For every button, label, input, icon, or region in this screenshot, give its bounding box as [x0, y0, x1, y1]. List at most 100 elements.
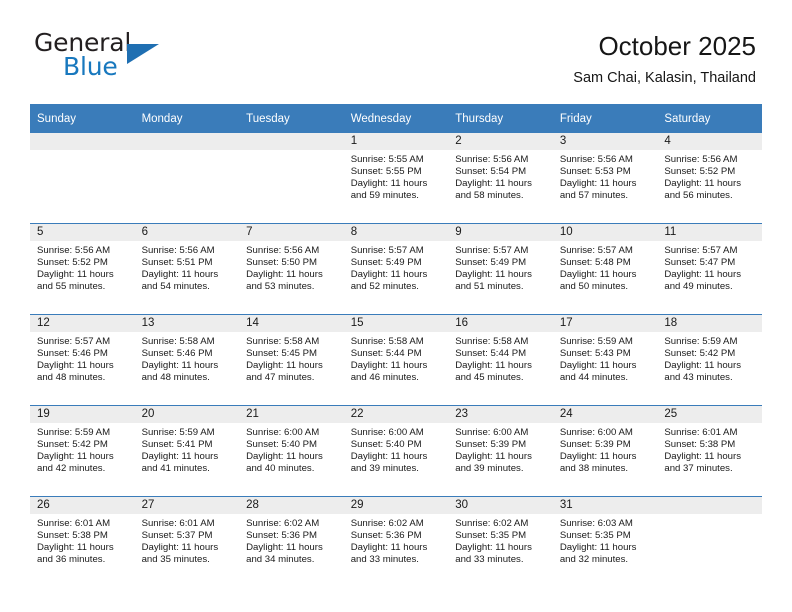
calendar-day-cell[interactable]: 4 Sunrise: 5:56 AM Sunset: 5:52 PM Daylight…	[657, 133, 762, 224]
day-number	[30, 133, 135, 150]
calendar-day-cell[interactable]: 15 Sunrise: 5:58 AM Sunset: 5:44 PM Dayligh…	[343, 314, 449, 406]
calendar-day-cell[interactable]: 24 Sunrise: 6:00 AM Sunset: 5:39 PM Dayligh…	[552, 405, 658, 497]
calendar-day-cell[interactable]: 20 Sunrise: 5:59 AM Sunset: 5:41 PM Dayligh…	[134, 405, 240, 497]
page-title: October 2025	[598, 31, 756, 61]
sunset-text: Sunset: 5:44 PM	[455, 348, 527, 360]
general-blue-logo[interactable]: General Blue	[34, 30, 214, 86]
day-details: Sunrise: 6:02 AM Sunset: 5:36 PM Daylight:…	[344, 514, 449, 566]
day-number: 22	[343, 406, 449, 423]
calendar-day-cell[interactable]: 19 Sunrise: 5:59 AM Sunset: 5:42 PM Dayligh…	[30, 405, 135, 497]
logo-text-blue: Blue	[63, 52, 118, 81]
calendar-empty-cell	[657, 496, 762, 587]
calendar-day-cell[interactable]: 25 Sunrise: 6:01 AM Sunset: 5:38 PM Dayligh…	[657, 405, 762, 497]
calendar-day-cell[interactable]: 26 Sunrise: 6:01 AM Sunset: 5:38 PM Dayligh…	[30, 496, 135, 587]
calendar-day-cell[interactable]: 3 Sunrise: 5:56 AM Sunset: 5:53 PM Daylight…	[552, 133, 658, 224]
calendar-day-cell[interactable]: 11 Sunrise: 5:57 AM Sunset: 5:47 PM Dayligh…	[657, 223, 762, 315]
calendar-day-cell[interactable]: 23 Sunrise: 6:00 AM Sunset: 5:39 PM Dayligh…	[448, 405, 553, 497]
day-cell-inner: 21 Sunrise: 6:00 AM Sunset: 5:40 PM Dayligh…	[239, 406, 344, 496]
day-cell-inner: 1 Sunrise: 5:55 AM Sunset: 5:55 PM Daylight…	[343, 133, 449, 223]
calendar-day-cell[interactable]: 13 Sunrise: 5:58 AM Sunset: 5:46 PM Dayligh…	[134, 314, 240, 406]
sunset-text: Sunset: 5:45 PM	[246, 348, 318, 360]
daylight-text: Daylight: 11 hours and 51 minutes.	[455, 269, 532, 293]
calendar-day-cell[interactable]: 22 Sunrise: 6:00 AM Sunset: 5:40 PM Dayligh…	[343, 405, 449, 497]
day-number	[657, 497, 762, 514]
day-number: 28	[239, 497, 344, 514]
day-number: 18	[657, 315, 762, 332]
day-number: 13	[134, 315, 240, 332]
calendar-day-cell[interactable]: 29 Sunrise: 6:02 AM Sunset: 5:36 PM Dayligh…	[343, 496, 449, 587]
daylight-text: Daylight: 11 hours and 55 minutes.	[37, 269, 114, 293]
sunset-text: Sunset: 5:39 PM	[559, 439, 631, 451]
day-cell-inner: 22 Sunrise: 6:00 AM Sunset: 5:40 PM Dayligh…	[343, 406, 449, 496]
sunrise-text: Sunrise: 5:57 AM	[664, 245, 738, 256]
weekday-header-sunday: Sunday	[30, 104, 135, 133]
day-details: Sunrise: 6:01 AM Sunset: 5:38 PM Daylight:…	[30, 514, 135, 566]
calendar-day-cell[interactable]: 21 Sunrise: 6:00 AM Sunset: 5:40 PM Dayligh…	[239, 405, 344, 497]
sunset-text: Sunset: 5:35 PM	[455, 530, 527, 542]
calendar-day-cell[interactable]: 27 Sunrise: 6:01 AM Sunset: 5:37 PM Dayligh…	[134, 496, 240, 587]
sunset-text: Sunset: 5:53 PM	[559, 166, 631, 178]
calendar-day-cell[interactable]: 17 Sunrise: 5:59 AM Sunset: 5:43 PM Dayligh…	[552, 314, 658, 406]
sunset-text: Sunset: 5:50 PM	[246, 257, 318, 269]
day-cell-inner	[239, 133, 344, 223]
calendar-day-cell[interactable]: 8 Sunrise: 5:57 AM Sunset: 5:49 PM Daylight…	[343, 223, 449, 315]
day-number: 12	[30, 315, 135, 332]
calendar-day-cell[interactable]: 7 Sunrise: 5:56 AM Sunset: 5:50 PM Daylight…	[239, 223, 344, 315]
calendar-day-cell[interactable]: 5 Sunrise: 5:56 AM Sunset: 5:52 PM Daylight…	[30, 223, 135, 315]
day-number: 6	[134, 224, 240, 241]
calendar-day-cell[interactable]: 10 Sunrise: 5:57 AM Sunset: 5:48 PM Dayligh…	[552, 223, 658, 315]
calendar-week-row: 26 Sunrise: 6:01 AM Sunset: 5:38 PM Dayligh…	[30, 496, 762, 587]
day-number: 21	[239, 406, 344, 423]
day-number: 8	[343, 224, 449, 241]
calendar-day-cell[interactable]: 31 Sunrise: 6:03 AM Sunset: 5:35 PM Dayligh…	[552, 496, 658, 587]
day-number: 24	[552, 406, 658, 423]
day-cell-inner: 24 Sunrise: 6:00 AM Sunset: 5:39 PM Dayligh…	[552, 406, 658, 496]
sunset-text: Sunset: 5:46 PM	[37, 348, 108, 360]
sunrise-text: Sunrise: 5:56 AM	[559, 154, 633, 165]
calendar-day-cell[interactable]: 12 Sunrise: 5:57 AM Sunset: 5:46 PM Dayligh…	[30, 314, 135, 406]
calendar-day-cell[interactable]: 2 Sunrise: 5:56 AM Sunset: 5:54 PM Daylight…	[448, 133, 553, 224]
day-cell-inner: 12 Sunrise: 5:57 AM Sunset: 5:46 PM Dayligh…	[30, 315, 135, 405]
day-details: Sunrise: 5:59 AM Sunset: 5:42 PM Daylight:…	[30, 423, 135, 475]
sunrise-text: Sunrise: 5:58 AM	[141, 336, 215, 347]
weekday-header-tuesday: Tuesday	[239, 104, 344, 133]
weekday-header-row: Sunday Monday Tuesday Wednesday Thursday…	[30, 104, 762, 133]
day-details: Sunrise: 5:58 AM Sunset: 5:45 PM Daylight:…	[239, 332, 344, 384]
calendar-day-cell[interactable]: 30 Sunrise: 6:02 AM Sunset: 5:35 PM Dayligh…	[448, 496, 553, 587]
page-header: General Blue October 2025 Sam Chai, Kala…	[0, 0, 792, 104]
day-details: Sunrise: 6:00 AM Sunset: 5:40 PM Daylight:…	[239, 423, 344, 475]
calendar-day-cell[interactable]: 9 Sunrise: 5:57 AM Sunset: 5:49 PM Daylight…	[448, 223, 553, 315]
sunset-text: Sunset: 5:36 PM	[350, 530, 422, 542]
sunset-text: Sunset: 5:39 PM	[455, 439, 527, 451]
calendar-empty-cell	[30, 133, 135, 224]
daylight-text: Daylight: 11 hours and 34 minutes.	[246, 542, 323, 566]
calendar-day-cell[interactable]: 1 Sunrise: 5:55 AM Sunset: 5:55 PM Daylight…	[343, 133, 449, 224]
sunset-text: Sunset: 5:37 PM	[141, 530, 213, 542]
sunset-text: Sunset: 5:42 PM	[37, 439, 108, 451]
calendar-day-cell[interactable]: 28 Sunrise: 6:02 AM Sunset: 5:36 PM Dayligh…	[239, 496, 344, 587]
sunrise-text: Sunrise: 5:59 AM	[141, 427, 215, 438]
day-details: Sunrise: 5:57 AM Sunset: 5:49 PM Daylight:…	[344, 241, 449, 293]
calendar-day-cell[interactable]: 16 Sunrise: 5:58 AM Sunset: 5:44 PM Dayligh…	[448, 314, 553, 406]
day-details: Sunrise: 5:57 AM Sunset: 5:46 PM Daylight:…	[30, 332, 135, 384]
weekday-header-monday: Monday	[134, 104, 240, 133]
daylight-text: Daylight: 11 hours and 50 minutes.	[559, 269, 637, 293]
calendar-day-cell[interactable]: 6 Sunrise: 5:56 AM Sunset: 5:51 PM Daylight…	[134, 223, 240, 315]
daylight-text: Daylight: 11 hours and 54 minutes.	[141, 269, 219, 293]
calendar-empty-cell	[134, 133, 240, 224]
sunset-text: Sunset: 5:40 PM	[350, 439, 422, 451]
day-details: Sunrise: 5:57 AM Sunset: 5:47 PM Daylight:…	[657, 241, 762, 293]
day-details: Sunrise: 5:58 AM Sunset: 5:46 PM Daylight:…	[135, 332, 240, 384]
day-details: Sunrise: 6:02 AM Sunset: 5:35 PM Daylight:…	[448, 514, 553, 566]
day-cell-inner: 7 Sunrise: 5:56 AM Sunset: 5:50 PM Daylight…	[239, 224, 344, 314]
daylight-text: Daylight: 11 hours and 53 minutes.	[246, 269, 323, 293]
sunrise-text: Sunrise: 5:57 AM	[455, 245, 529, 256]
day-details: Sunrise: 5:58 AM Sunset: 5:44 PM Daylight:…	[448, 332, 553, 384]
sunrise-text: Sunrise: 6:01 AM	[141, 518, 215, 529]
day-cell-inner: 2 Sunrise: 5:56 AM Sunset: 5:54 PM Daylight…	[448, 133, 553, 223]
calendar-week-row: 1 Sunrise: 5:55 AM Sunset: 5:55 PM Daylight…	[30, 133, 762, 224]
daylight-text: Daylight: 11 hours and 43 minutes.	[664, 360, 741, 384]
calendar-day-cell[interactable]: 18 Sunrise: 5:59 AM Sunset: 5:42 PM Dayligh…	[657, 314, 762, 406]
calendar-day-cell[interactable]: 14 Sunrise: 5:58 AM Sunset: 5:45 PM Dayligh…	[239, 314, 344, 406]
daylight-text: Daylight: 11 hours and 36 minutes.	[37, 542, 114, 566]
